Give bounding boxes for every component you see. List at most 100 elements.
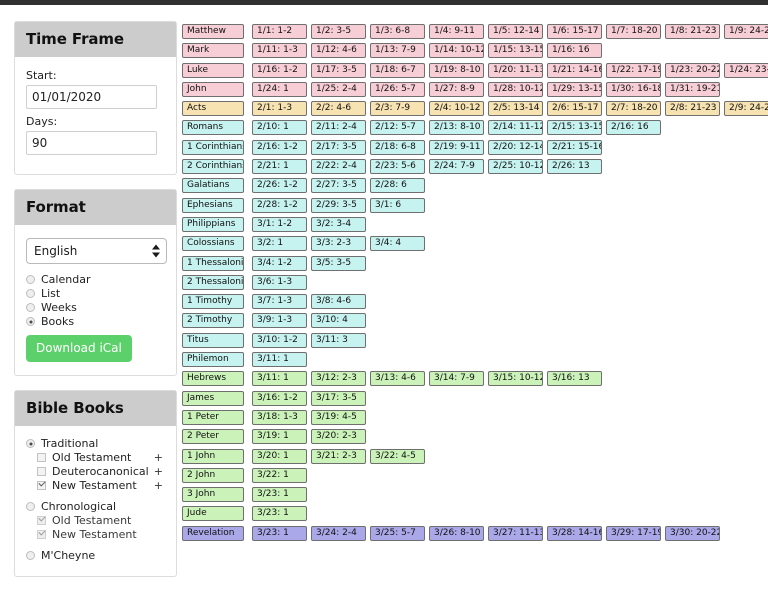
book-name-cell[interactable]: Acts <box>182 101 244 117</box>
book-name-cell[interactable]: Luke <box>182 62 244 78</box>
reading-cell[interactable]: 3/24: 2-4 <box>311 525 366 541</box>
book-name-cell[interactable]: 1 John <box>182 448 244 464</box>
reading-cell[interactable]: 1/24: 1 <box>252 81 307 97</box>
expand-plus-icon[interactable]: + <box>154 479 165 492</box>
view-option-weeks[interactable]: Weeks <box>26 301 165 314</box>
book-name-cell[interactable]: 1 Peter <box>182 409 244 425</box>
book-name-cell[interactable]: 2 Peter <box>182 429 244 445</box>
plan-option-traditional[interactable]: Traditional <box>26 437 165 450</box>
reading-cell[interactable]: 2/22: 2-4 <box>311 159 366 175</box>
book-name-cell[interactable]: 2 Timothy <box>182 313 244 329</box>
download-ical-button[interactable]: Download iCal <box>26 335 132 362</box>
reading-cell[interactable]: 3/26: 8-10 <box>429 525 484 541</box>
reading-cell[interactable]: 1/24: 23-24 <box>724 62 768 78</box>
reading-cell[interactable]: 1/19: 8-10 <box>429 62 484 78</box>
book-name-cell[interactable]: 1 Timothy <box>182 294 244 310</box>
book-name-cell[interactable]: 1 Thessalonians <box>182 255 244 271</box>
reading-cell[interactable]: 2/25: 10-12 <box>488 159 543 175</box>
reading-cell[interactable]: 3/20: 1 <box>252 448 307 464</box>
reading-cell[interactable]: 2/28: 6 <box>370 178 425 194</box>
view-option-list[interactable]: List <box>26 287 165 300</box>
reading-cell[interactable]: 1/13: 7-9 <box>370 43 425 59</box>
reading-cell[interactable]: 3/27: 11-13 <box>488 525 543 541</box>
book-name-cell[interactable]: James <box>182 390 244 406</box>
start-date-input[interactable] <box>26 85 157 109</box>
reading-cell[interactable]: 1/17: 3-5 <box>311 62 366 78</box>
reading-cell[interactable]: 1/12: 4-6 <box>311 43 366 59</box>
reading-cell[interactable]: 2/28: 1-2 <box>252 197 307 213</box>
traditional-old-testament[interactable]: Old Testament + <box>26 451 165 464</box>
reading-cell[interactable]: 3/19: 1 <box>252 429 307 445</box>
book-name-cell[interactable]: Philippians <box>182 216 244 232</box>
reading-cell[interactable]: 2/19: 9-11 <box>429 139 484 155</box>
reading-cell[interactable]: 1/20: 11-13 <box>488 62 543 78</box>
reading-cell[interactable]: 3/11: 1 <box>252 371 307 387</box>
reading-cell[interactable]: 1/25: 2-4 <box>311 81 366 97</box>
reading-cell[interactable]: 3/28: 14-16 <box>547 525 602 541</box>
reading-cell[interactable]: 1/2: 3-5 <box>311 24 366 39</box>
days-input[interactable] <box>26 131 157 155</box>
reading-cell[interactable]: 3/11: 1 <box>252 352 307 368</box>
book-name-cell[interactable]: Philemon <box>182 352 244 368</box>
view-option-books[interactable]: Books <box>26 315 165 328</box>
reading-cell[interactable]: 2/5: 13-14 <box>488 101 543 117</box>
reading-cell[interactable]: 2/10: 1 <box>252 120 307 136</box>
book-name-cell[interactable]: Matthew <box>182 24 244 39</box>
reading-cell[interactable]: 1/30: 16-18 <box>606 81 661 97</box>
reading-cell[interactable]: 2/21: 15-16 <box>547 139 602 155</box>
reading-cell[interactable]: 3/10: 1-2 <box>252 332 307 348</box>
reading-cell[interactable]: 2/4: 10-12 <box>429 101 484 117</box>
reading-cell[interactable]: 2/15: 13-15 <box>547 120 602 136</box>
expand-plus-icon[interactable]: + <box>154 451 165 464</box>
reading-cell[interactable]: 3/2: 3-4 <box>311 216 366 232</box>
reading-cell[interactable]: 3/9: 1-3 <box>252 313 307 329</box>
reading-cell[interactable]: 3/13: 4-6 <box>370 371 425 387</box>
reading-cell[interactable]: 3/5: 3-5 <box>311 255 366 271</box>
reading-cell[interactable]: 3/6: 1-3 <box>252 274 307 290</box>
book-name-cell[interactable]: 2 John <box>182 467 244 483</box>
view-option-calendar[interactable]: Calendar <box>26 273 165 286</box>
traditional-new-testament[interactable]: New Testament + <box>26 479 165 492</box>
chronological-new-testament[interactable]: New Testament <box>26 528 165 541</box>
reading-cell[interactable]: 1/6: 15-17 <box>547 24 602 39</box>
reading-cell[interactable]: 1/14: 10-12 <box>429 43 484 59</box>
book-name-cell[interactable]: Galatians <box>182 178 244 194</box>
reading-cell[interactable]: 2/8: 21-23 <box>665 101 720 117</box>
book-name-cell[interactable]: Revelation <box>182 525 244 541</box>
reading-cell[interactable]: 3/14: 7-9 <box>429 371 484 387</box>
reading-cell[interactable]: 1/9: 24-25 <box>724 24 768 39</box>
book-name-cell[interactable]: Hebrews <box>182 371 244 387</box>
reading-cell[interactable]: 3/17: 3-5 <box>311 390 366 406</box>
reading-cell[interactable]: 3/21: 2-3 <box>311 448 366 464</box>
book-name-cell[interactable]: Jude <box>182 506 244 522</box>
reading-cell[interactable]: 2/16: 1-2 <box>252 139 307 155</box>
reading-cell[interactable]: 1/15: 13-15 <box>488 43 543 59</box>
reading-cell[interactable]: 3/1: 6 <box>370 197 425 213</box>
book-name-cell[interactable]: Romans <box>182 120 244 136</box>
reading-cell[interactable]: 1/3: 6-8 <box>370 24 425 39</box>
reading-cell[interactable]: 2/21: 1 <box>252 159 307 175</box>
reading-cell[interactable]: 2/3: 7-9 <box>370 101 425 117</box>
reading-cell[interactable]: 3/7: 1-3 <box>252 294 307 310</box>
reading-cell[interactable]: 2/1: 1-3 <box>252 101 307 117</box>
book-name-cell[interactable]: 2 Thessalonians <box>182 274 244 290</box>
book-name-cell[interactable]: John <box>182 81 244 97</box>
reading-cell[interactable]: 3/22: 4-5 <box>370 448 425 464</box>
reading-cell[interactable]: 2/26: 13 <box>547 159 602 175</box>
reading-cell[interactable]: 2/23: 5-6 <box>370 159 425 175</box>
book-name-cell[interactable]: Titus <box>182 332 244 348</box>
reading-cell[interactable]: 3/3: 2-3 <box>311 236 366 252</box>
book-name-cell[interactable]: Mark <box>182 43 244 59</box>
book-name-cell[interactable]: 2 Corinthians <box>182 159 244 175</box>
plan-option-mcheyne[interactable]: M'Cheyne <box>26 549 165 562</box>
book-name-cell[interactable]: Colossians <box>182 236 244 252</box>
reading-cell[interactable]: 3/29: 17-19 <box>606 525 661 541</box>
reading-cell[interactable]: 3/1: 1-2 <box>252 216 307 232</box>
reading-cell[interactable]: 1/4: 9-11 <box>429 24 484 39</box>
reading-cell[interactable]: 2/9: 24-26 <box>724 101 768 117</box>
reading-cell[interactable]: 1/18: 6-7 <box>370 62 425 78</box>
reading-cell[interactable]: 1/23: 20-22 <box>665 62 720 78</box>
reading-cell[interactable]: 3/12: 2-3 <box>311 371 366 387</box>
reading-cell[interactable]: 1/26: 5-7 <box>370 81 425 97</box>
reading-cell[interactable]: 3/19: 4-5 <box>311 409 366 425</box>
